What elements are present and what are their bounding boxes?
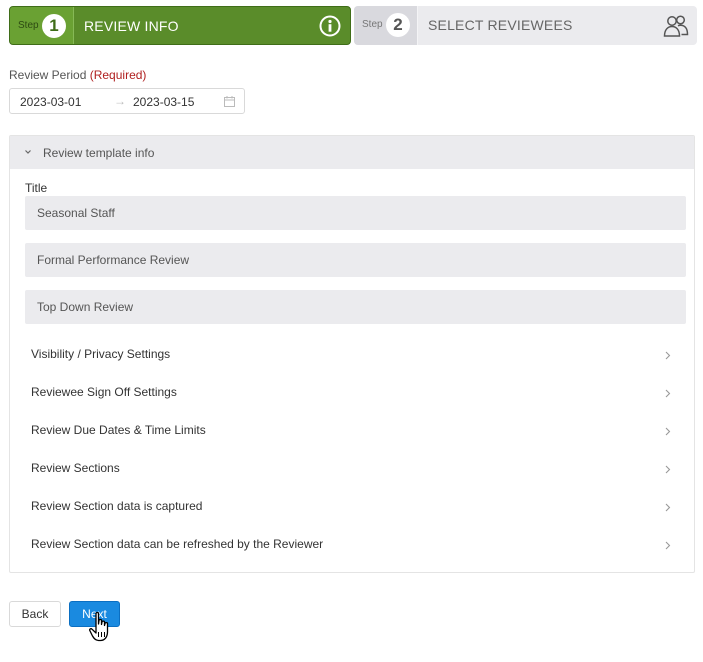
setting-row-data-captured[interactable]: Review Section data is captured (31, 496, 671, 518)
setting-row-visibility[interactable]: Visibility / Privacy Settings (31, 344, 671, 366)
chevron-right-icon (665, 541, 671, 550)
step-1-title: REVIEW INFO (84, 18, 179, 34)
setting-label: Reviewee Sign Off Settings (31, 385, 177, 399)
chevron-right-icon (665, 503, 671, 512)
review-type-field: Formal Performance Review (25, 243, 686, 277)
step-1-word: Step (18, 20, 39, 31)
step-2-number-box: Step 2 (354, 6, 418, 45)
template-title-field: Seasonal Staff (25, 196, 686, 230)
required-marker: (Required) (89, 68, 147, 82)
title-label: Title (25, 181, 48, 195)
review-direction-value: Top Down Review (37, 300, 134, 314)
info-icon[interactable] (319, 15, 341, 37)
hand-pointer-cursor-icon (89, 611, 109, 642)
panel-title: Review template info (43, 146, 155, 160)
setting-label: Review Due Dates & Time Limits (31, 423, 206, 437)
step-2-select-reviewees[interactable]: Step 2 SELECT REVIEWEES (354, 6, 697, 45)
chevron-down-icon (25, 150, 31, 154)
people-icon (663, 15, 689, 37)
review-period-date-range[interactable]: 2023-03-01 → 2023-03-15 (9, 88, 245, 114)
chevron-right-icon (665, 427, 671, 436)
step-1-review-info[interactable]: Step 1 REVIEW INFO (9, 6, 351, 45)
calendar-icon (224, 96, 235, 107)
review-period-label-text: Review Period (9, 68, 87, 82)
end-date-input[interactable]: 2023-03-15 (133, 95, 194, 109)
step-2-number: 2 (386, 13, 410, 37)
chevron-right-icon (665, 351, 671, 360)
step-1-number: 1 (42, 14, 66, 38)
review-period-label: Review Period (Required) (9, 68, 146, 82)
setting-label: Review Section data can be refreshed by … (31, 537, 324, 551)
setting-row-signoff[interactable]: Reviewee Sign Off Settings (31, 382, 671, 404)
date-range-arrow-icon: → (114, 94, 126, 108)
step-1-number-box: Step 1 (10, 7, 74, 44)
review-type-value: Formal Performance Review (37, 253, 190, 267)
setting-label: Review Sections (31, 461, 120, 475)
setting-label: Review Section data is captured (31, 499, 203, 513)
back-button[interactable]: Back (9, 601, 61, 627)
review-template-panel-header[interactable]: Review template info (10, 136, 694, 169)
review-direction-field: Top Down Review (25, 290, 686, 324)
chevron-right-icon (665, 465, 671, 474)
setting-label: Visibility / Privacy Settings (31, 347, 171, 361)
review-template-panel: Review template info Title Seasonal Staf… (9, 135, 695, 573)
setting-row-sections[interactable]: Review Sections (31, 458, 671, 480)
start-date-input[interactable]: 2023-03-01 (20, 95, 81, 109)
template-title-value: Seasonal Staff (37, 206, 115, 220)
stepper: Step 1 REVIEW INFO Step 2 SELECT REVIEWE… (9, 6, 697, 45)
step-2-title: SELECT REVIEWEES (428, 17, 573, 33)
setting-row-data-refreshed[interactable]: Review Section data can be refreshed by … (31, 534, 671, 556)
chevron-right-icon (665, 389, 671, 398)
setting-row-due-dates[interactable]: Review Due Dates & Time Limits (31, 420, 671, 442)
step-2-word: Step (362, 19, 383, 30)
